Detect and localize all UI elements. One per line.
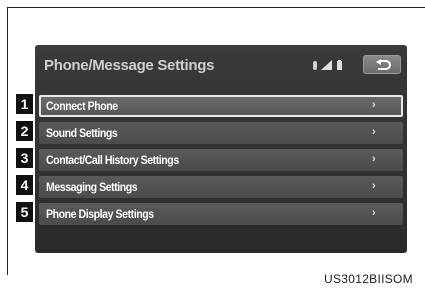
menu-item-label: Messaging Settings [46,180,138,194]
menu-item-label: Sound Settings [46,126,118,140]
callout-2: 2 [16,121,33,141]
status-bar [312,59,352,71]
chevron-right-icon: › [372,126,376,138]
chevron-right-icon: › [372,180,376,192]
menu-item-label: Connect Phone [46,99,118,113]
menu-item-sound-settings[interactable]: Sound Settings › [39,122,403,144]
chevron-right-icon: › [372,207,376,219]
menu-item-label: Contact/Call History Settings [46,153,179,167]
menu-item-label: Phone Display Settings [46,207,154,221]
menu-item-phone-display-settings[interactable]: Phone Display Settings › [39,203,403,225]
back-button[interactable] [363,55,401,74]
menu-item-connect-phone[interactable]: Connect Phone › [39,95,403,117]
back-arrow-icon [376,59,391,70]
callout-3: 3 [16,148,33,168]
chevron-right-icon: › [372,99,376,111]
menu-item-contact-call-history-settings[interactable]: Contact/Call History Settings › [39,149,403,171]
page-title: Phone/Message Settings [44,57,215,74]
figure-code: US3012BIISOM [324,272,413,286]
callout-1: 1 [16,94,33,114]
callout-5: 5 [16,202,33,222]
bluetooth-icon [313,61,317,70]
chevron-right-icon: › [372,153,376,165]
infotainment-screen: Phone/Message Settings Connect Phone › S… [35,45,407,253]
signal-strength-icon [321,60,332,70]
screen-header: Phone/Message Settings [35,45,407,85]
callout-4: 4 [16,175,33,195]
menu-item-messaging-settings[interactable]: Messaging Settings › [39,176,403,198]
battery-icon [337,60,342,70]
